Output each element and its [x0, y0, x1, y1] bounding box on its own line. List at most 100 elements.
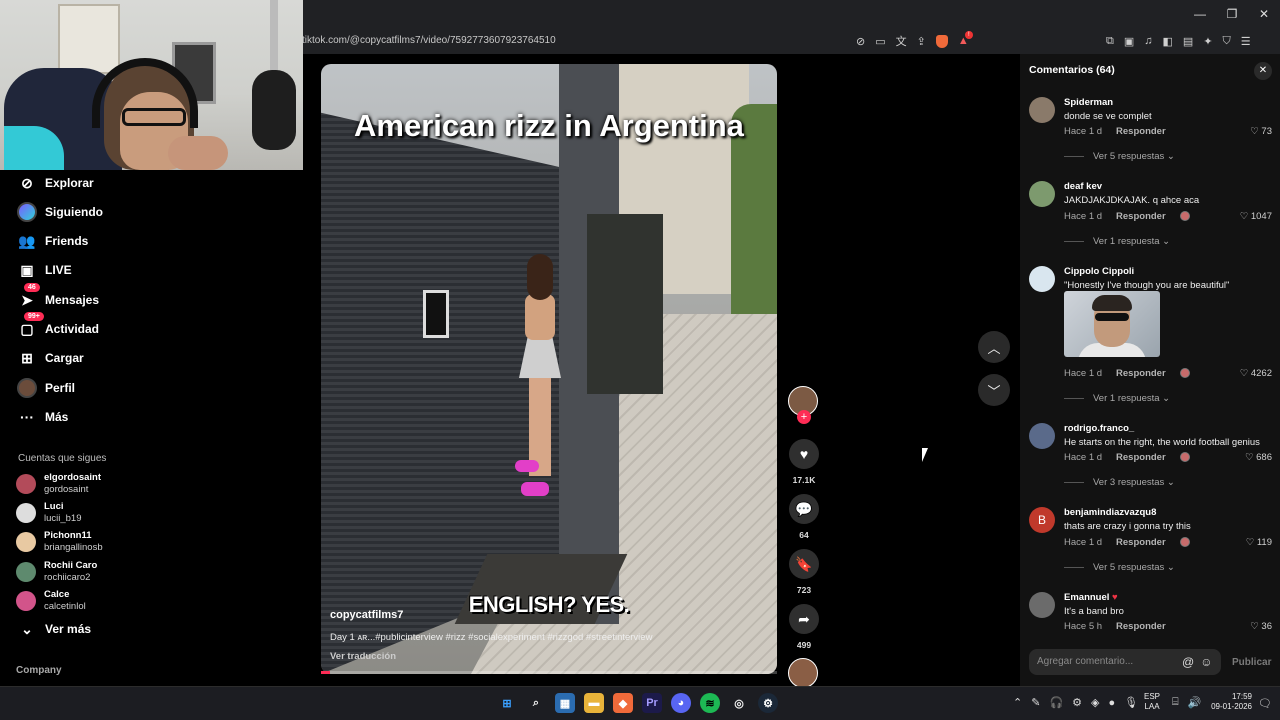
view-replies-button[interactable]: Ver 1 respuesta ⌄: [1064, 393, 1170, 404]
creator-avatar[interactable]: +: [788, 386, 818, 424]
following-account[interactable]: Pichonn11 briangallinosb: [16, 530, 103, 554]
wallet-icon[interactable]: ▤: [1183, 35, 1193, 48]
reply-button[interactable]: Responder: [1116, 368, 1166, 379]
discord-icon[interactable]: ◕: [671, 693, 691, 713]
headset-icon[interactable]: 🎧: [1049, 696, 1063, 709]
media-icon[interactable]: ♫: [1144, 35, 1152, 47]
comment-like-button[interactable]: ♡ 73: [1250, 126, 1272, 137]
screenshot-icon[interactable]: ▣: [1124, 35, 1134, 48]
sidebar-item-siguiendo[interactable]: Siguiendo: [16, 200, 103, 224]
follow-plus-icon[interactable]: +: [797, 410, 811, 424]
leo-ai-icon[interactable]: ✦: [1203, 35, 1212, 48]
video-progress-bar[interactable]: [321, 671, 777, 674]
see-more-button[interactable]: ⌄ Ver más: [16, 617, 91, 641]
steam-icon[interactable]: ⚙: [758, 693, 778, 713]
reply-button[interactable]: Responder: [1116, 452, 1166, 463]
translate-link[interactable]: Ver traducción: [330, 651, 396, 662]
share-button[interactable]: ➦: [789, 604, 819, 634]
mention-icon[interactable]: @: [1182, 655, 1194, 669]
clock[interactable]: 17:59 09-01-2026: [1208, 692, 1252, 712]
sound-disc-avatar[interactable]: [788, 658, 818, 688]
view-replies-button[interactable]: Ver 3 respuestas ⌄: [1064, 477, 1175, 488]
comment-username[interactable]: deaf kev: [1064, 181, 1102, 192]
no-tracking-icon[interactable]: ⊘: [856, 35, 865, 48]
spotify-icon[interactable]: ≋: [700, 693, 720, 713]
widgets-icon[interactable]: ▦: [555, 693, 575, 713]
brave-browser-icon[interactable]: ◆: [613, 693, 633, 713]
notifications-icon[interactable]: 🗨: [1258, 697, 1272, 710]
minimize-button[interactable]: —: [1184, 0, 1216, 28]
pen-icon[interactable]: ✎: [1031, 696, 1040, 709]
sidebar-item-actividad[interactable]: ▢ 99+ Actividad: [16, 312, 99, 341]
comment-like-button[interactable]: ♡ 1047: [1240, 211, 1272, 222]
post-comment-button[interactable]: Publicar: [1232, 657, 1271, 668]
reader-mode-icon[interactable]: ▭: [875, 35, 885, 48]
comment-like-button[interactable]: ♡ 686: [1245, 452, 1272, 463]
following-account[interactable]: elgordosaint gordosaint: [16, 472, 101, 496]
avatar[interactable]: [1029, 266, 1055, 292]
previous-video-button[interactable]: ︿: [978, 331, 1010, 363]
sidebar-item-cargar[interactable]: ⊞ Cargar: [16, 346, 84, 370]
comment-username[interactable]: Spiderman: [1064, 97, 1113, 108]
brave-shield-icon[interactable]: [935, 34, 948, 48]
rewards-icon[interactable]: ▲!: [958, 31, 973, 47]
comment-image[interactable]: [1064, 291, 1160, 357]
following-account[interactable]: Rochii Caro rochiicaro2: [16, 560, 97, 584]
extensions-icon[interactable]: ⧉: [1106, 35, 1114, 48]
company-link[interactable]: Company: [16, 665, 62, 676]
view-replies-button[interactable]: Ver 5 respuestas ⌄: [1064, 151, 1175, 162]
close-comments-button[interactable]: ✕: [1254, 62, 1272, 80]
vpn-icon[interactable]: ⛉: [1223, 35, 1231, 48]
close-window-button[interactable]: ✕: [1248, 0, 1280, 28]
avatar[interactable]: [1029, 423, 1055, 449]
reply-button[interactable]: Responder: [1116, 537, 1166, 548]
avatar[interactable]: [1029, 181, 1055, 207]
comment-username[interactable]: benjamindiazvazqu8: [1064, 507, 1156, 518]
obs-icon[interactable]: ◎: [729, 693, 749, 713]
translate-icon[interactable]: 文: [896, 33, 907, 49]
comment-like-button[interactable]: ♡ 119: [1246, 537, 1272, 548]
view-replies-button[interactable]: Ver 5 respuestas ⌄: [1064, 562, 1175, 573]
sidebar-item-live[interactable]: ▣ LIVE: [16, 258, 71, 282]
sidebar-item-perfil[interactable]: Perfil: [16, 376, 75, 400]
next-video-button[interactable]: ﹀: [978, 374, 1010, 406]
emoji-icon[interactable]: ☺: [1200, 655, 1212, 669]
comment-like-button[interactable]: ♡ 36: [1250, 621, 1272, 632]
search-icon[interactable]: ⌕: [526, 693, 546, 713]
windows-start-icon[interactable]: ⊞: [497, 693, 517, 713]
comment-like-button[interactable]: ♡ 4262: [1240, 368, 1272, 379]
app-tray-icon[interactable]: ◈: [1091, 696, 1099, 709]
comment-button[interactable]: 💬: [789, 494, 819, 524]
microphone-icon[interactable]: 🎙: [1124, 696, 1138, 709]
sidebar-item-friends[interactable]: 👥 Friends: [16, 229, 88, 253]
file-explorer-icon[interactable]: ▬: [584, 693, 604, 713]
comment-username[interactable]: rodrigo.franco_: [1064, 423, 1134, 434]
like-button[interactable]: ♥: [789, 439, 819, 469]
video-player[interactable]: American rizz in Argentina ENGLISH? YES.…: [321, 64, 777, 674]
premiere-icon[interactable]: Pr: [642, 693, 662, 713]
reply-button[interactable]: Responder: [1116, 126, 1166, 137]
video-description[interactable]: Day 1 ᴀʀ...#publicinterview #rizz #socia…: [330, 632, 652, 643]
sidebar-item-mas[interactable]: ··· Más: [16, 405, 68, 429]
comment-username[interactable]: Cippolo Cippoli: [1064, 266, 1134, 277]
sidebar-item-mensajes[interactable]: ➤ 46 Mensajes: [16, 283, 99, 312]
reply-button[interactable]: Responder: [1116, 621, 1166, 632]
following-account[interactable]: Luci lucii_b19: [16, 501, 82, 525]
video-author[interactable]: copycatfilms7: [330, 609, 403, 621]
sidebar-item-explorar[interactable]: ⊘ Explorar: [16, 171, 94, 195]
sidebar-toggle-icon[interactable]: ◧: [1163, 35, 1173, 48]
chevron-up-icon[interactable]: ⌃: [1013, 696, 1022, 709]
comment-username[interactable]: Emannuel ♥: [1064, 592, 1118, 603]
avatar[interactable]: B: [1029, 507, 1055, 533]
language-indicator[interactable]: ESP LAA: [1144, 692, 1160, 712]
steam-tray-icon[interactable]: ⚙: [1072, 696, 1082, 709]
record-icon[interactable]: ●: [1108, 697, 1115, 709]
reply-button[interactable]: Responder: [1116, 211, 1166, 222]
maximize-button[interactable]: ❐: [1216, 0, 1248, 28]
menu-icon[interactable]: ☰: [1241, 35, 1251, 48]
avatar[interactable]: [1029, 97, 1055, 123]
share-icon[interactable]: ⇪: [917, 35, 926, 48]
avatar[interactable]: [1029, 592, 1055, 618]
view-replies-button[interactable]: Ver 1 respuesta ⌄: [1064, 236, 1170, 247]
network-sound-tray[interactable]: ⌸ 🔊: [1172, 696, 1201, 709]
